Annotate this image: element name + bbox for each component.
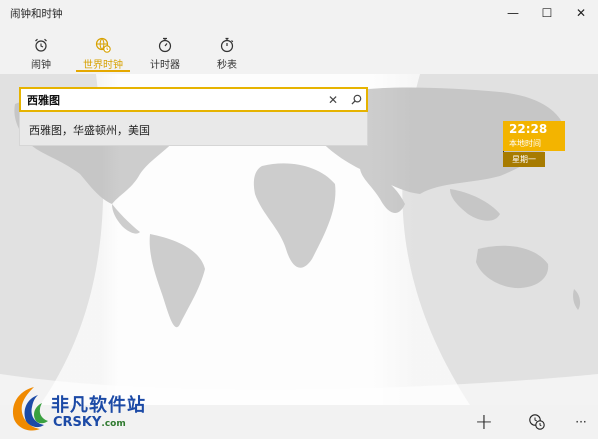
local-clock-day: 星期一: [503, 152, 545, 167]
compare-clocks-button[interactable]: [520, 405, 554, 439]
search-button[interactable]: [347, 90, 365, 109]
tab-stopwatch[interactable]: 秒表: [196, 26, 258, 74]
tab-timer[interactable]: 计时器: [134, 26, 196, 74]
tab-world-clock[interactable]: 世界时钟: [72, 26, 134, 74]
compare-clocks-icon: [529, 414, 545, 430]
minimize-button[interactable]: —: [496, 0, 530, 26]
search-icon: [350, 94, 361, 105]
tab-alarm-label: 闹钟: [31, 60, 51, 71]
world-clock-icon: [95, 37, 111, 53]
clear-search-button[interactable]: ✕: [324, 90, 342, 109]
local-clock-card[interactable]: 22:28 本地时间: [503, 121, 565, 151]
title-bar: 闹钟和时钟 — ☐ ✕: [0, 0, 598, 26]
tab-timer-label: 计时器: [150, 60, 180, 71]
watermark-domain-suffix: .com: [101, 419, 126, 429]
suggestion-item[interactable]: 西雅图，华盛顿州，美国: [29, 122, 150, 138]
more-options-button[interactable]: ···: [564, 405, 598, 439]
city-search-box: ✕: [19, 87, 368, 112]
add-city-button[interactable]: +: [467, 405, 501, 439]
watermark-domain: CRSKY.com: [53, 415, 126, 430]
watermark-domain-main: CRSKY: [53, 415, 102, 430]
tab-stopwatch-label: 秒表: [217, 60, 237, 71]
tab-world-clock-label: 世界时钟: [83, 60, 123, 71]
local-clock-time: 22:28: [509, 122, 548, 136]
alarm-icon: [35, 38, 47, 52]
close-button[interactable]: ✕: [564, 0, 598, 26]
app-title: 闹钟和时钟: [10, 8, 63, 20]
watermark-name: 非凡软件站: [51, 395, 146, 416]
stopwatch-icon: [220, 37, 234, 53]
tab-alarm[interactable]: 闹钟: [10, 26, 72, 74]
watermark-logo: 非凡软件站 CRSKY.com: [4, 381, 154, 437]
search-suggestion-list: 西雅图，华盛顿州，美国: [19, 112, 368, 146]
tab-bar: 闹钟 世界时钟 计时器 秒表: [0, 26, 598, 74]
maximize-button[interactable]: ☐: [530, 0, 564, 26]
active-tab-indicator: [76, 70, 130, 72]
search-input[interactable]: [27, 91, 317, 108]
timer-icon: [158, 37, 172, 53]
crsky-logo-icon: [12, 387, 48, 431]
local-clock-label: 本地时间: [509, 139, 541, 148]
